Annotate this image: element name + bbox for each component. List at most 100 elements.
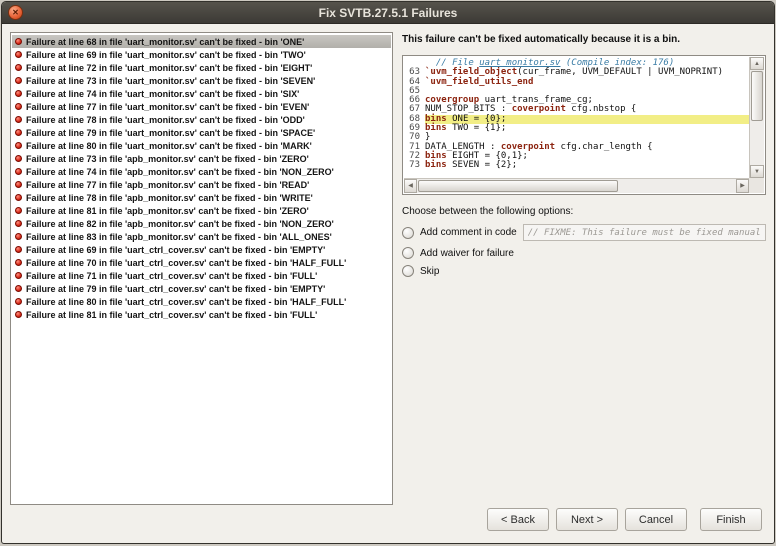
option-skip-label: Skip [420, 265, 440, 277]
cancel-button[interactable]: Cancel [625, 508, 687, 531]
code-line: 69 bins TWO = {1}; [404, 123, 749, 134]
failure-list-item[interactable]: Failure at line 77 in file 'uart_monitor… [12, 100, 391, 113]
failure-list-item[interactable]: Failure at line 80 in file 'uart_ctrl_co… [12, 295, 391, 308]
failure-text: Failure at line 83 in file 'apb_monitor.… [26, 231, 332, 242]
option-skip[interactable]: Skip [402, 265, 766, 277]
failure-text: Failure at line 78 in file 'uart_monitor… [26, 114, 305, 125]
failure-dot-icon [15, 155, 22, 162]
failure-dot-icon [15, 168, 22, 175]
code-viewer: // File uart_monitor.sv (Compile index: … [402, 55, 766, 195]
failure-list-item[interactable]: Failure at line 80 in file 'uart_monitor… [12, 139, 391, 152]
failure-list-item[interactable]: Failure at line 70 in file 'uart_ctrl_co… [12, 256, 391, 269]
code-text: bins TWO = {1}; [425, 123, 507, 134]
failure-text: Failure at line 74 in file 'uart_monitor… [26, 88, 300, 99]
failure-dot-icon [15, 220, 22, 227]
failure-list-item[interactable]: Failure at line 78 in file 'apb_monitor.… [12, 191, 391, 204]
failure-dot-icon [15, 298, 22, 305]
failure-dot-icon [15, 129, 22, 136]
option-add-waiver[interactable]: Add waiver for failure [402, 247, 766, 259]
failure-list-item[interactable]: Failure at line 68 in file 'uart_monitor… [12, 35, 391, 48]
failure-dot-icon [15, 311, 22, 318]
failure-text: Failure at line 74 in file 'apb_monitor.… [26, 166, 334, 177]
failure-list-item[interactable]: Failure at line 79 in file 'uart_monitor… [12, 126, 391, 139]
failure-text: Failure at line 77 in file 'uart_monitor… [26, 101, 310, 112]
failure-list-item[interactable]: Failure at line 82 in file 'apb_monitor.… [12, 217, 391, 230]
failure-dot-icon [15, 103, 22, 110]
scroll-left-icon[interactable]: ◀ [404, 179, 417, 193]
failure-dot-icon [15, 207, 22, 214]
close-icon: ✕ [12, 7, 19, 17]
code-text: bins SEVEN = {2}; [425, 160, 518, 171]
failure-dot-icon [15, 38, 22, 45]
vertical-scroll-thumb[interactable] [751, 71, 763, 121]
failure-dot-icon [15, 246, 22, 253]
failure-dot-icon [15, 90, 22, 97]
next-button[interactable]: Next > [556, 508, 618, 531]
failure-text: Failure at line 78 in file 'apb_monitor.… [26, 192, 313, 203]
failure-text: Failure at line 77 in file 'apb_monitor.… [26, 179, 310, 190]
failure-list-item[interactable]: Failure at line 74 in file 'apb_monitor.… [12, 165, 391, 178]
code-line: 73 bins SEVEN = {2}; [404, 160, 749, 171]
radio-add-comment[interactable] [402, 226, 414, 239]
failure-list-item[interactable]: Failure at line 78 in file 'uart_monitor… [12, 113, 391, 126]
failure-text: Failure at line 71 in file 'uart_ctrl_co… [26, 270, 318, 281]
failure-dot-icon [15, 51, 22, 58]
failure-dot-icon [15, 116, 22, 123]
failure-text: Failure at line 81 in file 'uart_ctrl_co… [26, 309, 318, 320]
failure-text: Failure at line 79 in file 'uart_ctrl_co… [26, 283, 326, 294]
failure-text: Failure at line 82 in file 'apb_monitor.… [26, 218, 334, 229]
failure-dot-icon [15, 64, 22, 71]
radio-add-waiver[interactable] [402, 247, 414, 259]
failure-list-item[interactable]: Failure at line 77 in file 'apb_monitor.… [12, 178, 391, 191]
horizontal-scrollbar[interactable]: ◀ ▶ [404, 178, 749, 193]
failure-text: Failure at line 69 in file 'uart_monitor… [26, 49, 306, 60]
fix-failures-dialog: ✕ Fix SVTB.27.5.1 Failures Failure at li… [1, 1, 775, 544]
finish-button[interactable]: Finish [700, 508, 762, 531]
code-lines: // File uart_monitor.sv (Compile index: … [404, 57, 749, 178]
vertical-scrollbar[interactable]: ▲ ▼ [749, 57, 764, 178]
code-text: `uvm_field_utils_end [425, 76, 534, 87]
horizontal-scroll-thumb[interactable] [418, 180, 619, 192]
failure-text: Failure at line 68 in file 'uart_monitor… [26, 36, 305, 47]
failure-dot-icon [15, 194, 22, 201]
radio-skip[interactable] [402, 265, 414, 277]
back-button[interactable]: < Back [487, 508, 549, 531]
failure-text: Failure at line 81 in file 'apb_monitor.… [26, 205, 309, 216]
failure-dot-icon [15, 77, 22, 84]
close-button[interactable]: ✕ [8, 5, 23, 20]
failure-text: Failure at line 72 in file 'uart_monitor… [26, 62, 313, 73]
failure-list-item[interactable]: Failure at line 83 in file 'apb_monitor.… [12, 230, 391, 243]
option-add-comment-label: Add comment in code [420, 227, 517, 238]
failure-text: Failure at line 69 in file 'uart_ctrl_co… [26, 244, 326, 255]
failure-list-item[interactable]: Failure at line 71 in file 'uart_ctrl_co… [12, 269, 391, 282]
failure-list-item[interactable]: Failure at line 69 in file 'uart_ctrl_co… [12, 243, 391, 256]
failure-text: Failure at line 73 in file 'apb_monitor.… [26, 153, 309, 164]
comment-input[interactable] [522, 224, 766, 241]
scroll-down-icon[interactable]: ▼ [750, 165, 764, 178]
failure-dot-icon [15, 272, 22, 279]
option-add-comment[interactable]: Add comment in code [402, 224, 766, 241]
titlebar[interactable]: ✕ Fix SVTB.27.5.1 Failures [2, 2, 774, 24]
failure-list-item[interactable]: Failure at line 72 in file 'uart_monitor… [12, 61, 391, 74]
failure-text: Failure at line 80 in file 'uart_ctrl_co… [26, 296, 347, 307]
scroll-right-icon[interactable]: ▶ [736, 179, 749, 193]
failure-list-item[interactable]: Failure at line 69 in file 'uart_monitor… [12, 48, 391, 61]
scroll-up-icon[interactable]: ▲ [750, 57, 764, 70]
window-title: Fix SVTB.27.5.1 Failures [318, 5, 458, 20]
failure-dot-icon [15, 142, 22, 149]
failure-dot-icon [15, 181, 22, 188]
failure-dot-icon [15, 233, 22, 240]
failure-list-item[interactable]: Failure at line 79 in file 'uart_ctrl_co… [12, 282, 391, 295]
dialog-body: Failure at line 68 in file 'uart_monitor… [2, 24, 774, 543]
options-label: Choose between the following options: [402, 206, 574, 217]
failure-text: Failure at line 80 in file 'uart_monitor… [26, 140, 312, 151]
failure-list-item[interactable]: Failure at line 74 in file 'uart_monitor… [12, 87, 391, 100]
failure-dot-icon [15, 259, 22, 266]
failure-list-item[interactable]: Failure at line 81 in file 'apb_monitor.… [12, 204, 391, 217]
failure-text: Failure at line 70 in file 'uart_ctrl_co… [26, 257, 347, 268]
failure-list-item[interactable]: Failure at line 73 in file 'apb_monitor.… [12, 152, 391, 165]
detail-panel: This failure can't be fixed automaticall… [402, 32, 766, 505]
failure-list-item[interactable]: Failure at line 81 in file 'uart_ctrl_co… [12, 308, 391, 321]
failure-list-item[interactable]: Failure at line 73 in file 'uart_monitor… [12, 74, 391, 87]
failure-list[interactable]: Failure at line 68 in file 'uart_monitor… [10, 32, 393, 505]
